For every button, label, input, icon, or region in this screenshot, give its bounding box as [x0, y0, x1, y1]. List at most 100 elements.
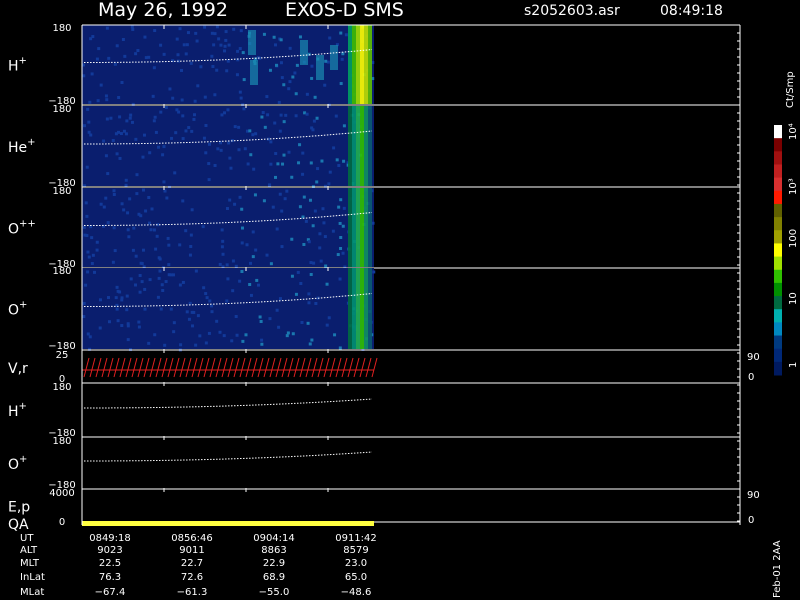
spectrogram-pixel	[280, 76, 284, 80]
spectrogram-pixel	[82, 315, 86, 319]
spectrogram-blob	[248, 30, 256, 55]
spectrogram-pixel	[192, 310, 196, 314]
panel-label-o: O+	[8, 300, 27, 319]
spectrogram-pixel	[222, 49, 226, 53]
spectrogram-pixel	[164, 106, 168, 110]
colorbar-segment	[774, 243, 782, 258]
spectrogram-pixel	[219, 148, 223, 152]
spectrogram-pixel	[171, 273, 175, 277]
spectrogram-pixel	[235, 333, 239, 337]
colorbar-segment	[774, 230, 782, 244]
spectrogram-pixel	[228, 198, 232, 202]
panel-label-sup-h2: +	[19, 401, 27, 412]
spectrogram-pixel	[164, 280, 168, 284]
colorbar-segment	[774, 177, 782, 192]
spectrogram-pixel	[112, 192, 116, 196]
header-date: May 26, 1992	[98, 0, 228, 21]
ytick-top-he: 180	[52, 104, 71, 115]
spectrogram-pixel	[126, 211, 130, 215]
spectrogram-pixel	[142, 133, 146, 137]
panels-group: H+180−180He+180−180O++180−180O+180−180V,…	[8, 23, 760, 533]
spectrogram-pixel	[309, 272, 313, 276]
spectrogram-pixel	[312, 119, 316, 123]
spectrogram-pixel	[286, 331, 290, 335]
spectrogram-pixel	[231, 259, 235, 263]
table-cell: −48.6	[341, 587, 372, 598]
spectrogram-pixel	[90, 72, 94, 76]
spectrogram-pixel	[281, 162, 285, 166]
spectrogram-pixel	[187, 317, 191, 321]
spectrogram-pixel	[279, 61, 283, 65]
spectrogram-pixel	[248, 283, 252, 287]
spectrogram-pixel	[310, 64, 314, 68]
spectrogram-pixel	[118, 290, 122, 294]
spectrogram-pixel	[158, 269, 162, 273]
spectrogram-pixel	[134, 137, 138, 141]
spectrogram-pixel	[269, 162, 273, 166]
spectrogram-pixel	[167, 243, 171, 247]
spectrogram-pixel	[251, 255, 255, 259]
spectrogram-pixel	[165, 196, 169, 200]
spectrogram-pixel	[242, 107, 246, 111]
spectrogram-pixel	[187, 126, 191, 130]
spectrogram-pixel	[332, 146, 336, 150]
spectrogram-pixel	[160, 283, 164, 287]
spectrogram-pixel	[321, 207, 325, 211]
spectrogram-pixel	[199, 65, 203, 69]
spectrogram-pixel	[126, 324, 130, 328]
table-cell: 9011	[179, 545, 204, 556]
spectrogram-pixel	[202, 286, 206, 290]
colorbar-label: 100	[788, 229, 799, 248]
spectrogram-pixel	[297, 161, 301, 165]
spectrogram-pixel	[154, 130, 158, 134]
spectrogram-pixel	[134, 52, 138, 56]
spectrogram-pixel	[196, 314, 200, 318]
spectrogram-pixel	[149, 228, 153, 232]
spectrogram-pixel	[194, 31, 198, 35]
spectrogram-pixel	[86, 107, 90, 111]
spectrogram-pixel	[143, 287, 147, 291]
spectrogram-pixel	[113, 62, 117, 66]
spectrogram-pixel	[120, 81, 124, 85]
ytick-top-ep: 4000	[49, 488, 74, 499]
spectrogram-pixel	[240, 207, 244, 211]
spectrogram-pixel	[207, 142, 211, 146]
spectrogram-pixel	[238, 90, 242, 94]
spectrogram-pixel	[97, 47, 101, 51]
spectrogram-pixel	[265, 95, 269, 99]
spectrogram-pixel	[118, 115, 122, 119]
spectrogram-pixel	[224, 30, 228, 34]
spectrogram-pixel	[337, 164, 341, 168]
spectrogram-pixel	[87, 120, 91, 124]
spectrogram-pixel	[338, 277, 342, 281]
panel-label-h: H+	[8, 56, 27, 75]
spectrogram-pixel	[170, 136, 174, 140]
spectrogram-band	[356, 188, 360, 267]
panel-label-h2: H+	[8, 401, 27, 420]
rtick-top-vr: 90	[747, 352, 760, 363]
table-cell: 65.0	[345, 572, 367, 583]
spectrogram-pixel	[227, 43, 231, 47]
panel-label-qa: QA	[8, 517, 29, 533]
spectrogram-pixel	[202, 136, 206, 140]
spectrogram-pixel	[128, 116, 132, 120]
spectrogram-band	[368, 268, 372, 349]
spectrogram-pixel	[302, 195, 306, 199]
spectrogram-pixel	[181, 199, 185, 203]
table-cell: 23.0	[345, 558, 367, 569]
spectrogram-pixel	[204, 151, 208, 155]
colorbar-unit: Ct/Smp	[785, 71, 796, 108]
spectrogram-pixel	[278, 297, 282, 301]
spectrogram-pixel	[262, 32, 266, 36]
colorbar-segment	[774, 335, 782, 350]
spectrogram-band	[352, 188, 356, 267]
spectrogram-pixel	[240, 226, 244, 230]
spectrogram-pixel	[184, 129, 188, 133]
spectrogram-pixel	[274, 43, 278, 47]
spectrogram-band	[364, 268, 368, 349]
spectrogram-pixel	[307, 240, 311, 244]
colorbar-segment	[774, 138, 782, 152]
spectrogram-blob	[300, 40, 308, 65]
table-cell: 0849:18	[89, 533, 131, 544]
spectrogram-pixel	[294, 114, 298, 118]
